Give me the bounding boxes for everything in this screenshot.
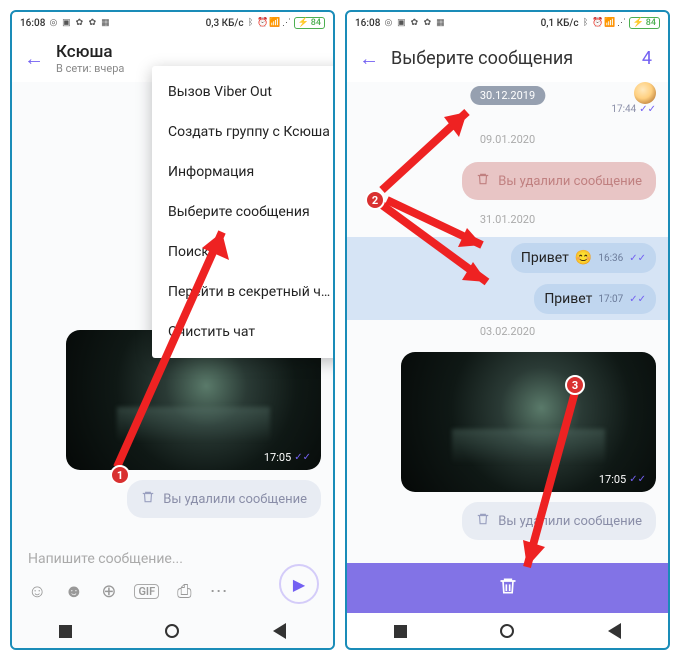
read-ticks-icon: ✓✓ [629,253,646,264]
deleted-message: Вы удалили сообщение [462,502,656,540]
deleted-text: Вы удалили сообщение [498,514,642,529]
badge-1: 1 [110,465,130,485]
emoji-icon[interactable]: ☻ [64,581,83,602]
signal-icon: 📶 [605,18,615,28]
signal-icon: 📶 [270,18,280,28]
menu-clear-chat[interactable]: Очистить чат [152,312,335,352]
battery-indicator: ⚡84 [294,17,325,29]
message-text: Привет [544,291,592,307]
android-navbar [12,614,333,648]
nav-home-icon[interactable] [500,624,514,638]
menu-select-messages[interactable]: Выберите сообщения [152,192,335,232]
camera-plus-icon[interactable]: ⊕ [101,581,116,602]
avatar-icon [634,82,656,104]
message-input[interactable]: Напишите сообщение... [24,543,321,575]
battery-indicator: ⚡84 [629,17,660,29]
alarm-icon: ⏰ [593,18,603,28]
menu-search[interactable]: Поиск [152,232,335,272]
message-text: Привет [521,250,569,266]
phone-left: 16:08 ◎ ▣ ✿ ✿ ▦ 0,3 КБ/с ᛒ ⏰ 📶 ⋰ ⚡84 ← К… [10,10,335,650]
android-navbar [347,614,668,648]
camera-icon: ▦ [100,18,110,28]
selection-title: Выберите сообщения [391,48,630,69]
back-arrow-icon[interactable]: ← [359,46,379,71]
trash-icon [476,512,490,530]
read-ticks-icon: ✓✓ [629,294,646,305]
smile-emoji-icon: 😊 [575,250,592,266]
gif-icon[interactable]: GIF [134,584,159,599]
instagram-icon: ▣ [61,18,71,28]
bluetooth-icon: ᛒ [581,18,591,28]
status-bar: 16:08 ◎ ▣ ✿ ✿ ▦ 0,1 КБ/с ᛒ ⏰ 📶 ⋰ ⚡84 [347,12,668,34]
nav-back-icon[interactable] [273,623,286,639]
deleted-text: Вы удалили сообщение [498,174,642,189]
delete-bar[interactable] [347,563,668,613]
chat-name[interactable]: Ксюша [56,42,321,62]
message-time: 17:07 [598,294,623,305]
message-row-selected[interactable]: Привет 😊 16:36 ✓✓ [347,237,668,279]
date-label: 31.01.2020 [470,210,545,229]
camera-icon: ▦ [435,18,445,28]
date-label: 09.01.2020 [470,130,545,149]
menu-create-group[interactable]: Создать группу с Ксюша [152,112,335,152]
trash-icon [498,576,518,600]
trash-icon [141,490,155,508]
gear-icon: ✿ [409,18,419,28]
image-time: 17:05✓✓ [264,451,311,464]
sticker-icon[interactable]: ☺ [28,581,46,602]
date-chip: 30.12.2019 [470,86,545,105]
shop-icon[interactable]: ⎙ [177,581,191,602]
nav-recents-icon[interactable] [59,625,72,638]
selection-header: ← Выберите сообщения 4 [347,34,668,82]
wifi-icon: ⋰ [282,18,292,28]
menu-viber-out[interactable]: Вызов Viber Out [152,72,335,112]
status-bar: 16:08 ◎ ▣ ✿ ✿ ▦ 0,3 КБ/с ᛒ ⏰ 📶 ⋰ ⚡84 [12,12,333,34]
instagram-icon: ▣ [396,18,406,28]
status-time: 16:08 [355,18,380,29]
data-rate: 0,1 КБ/с [541,18,579,29]
trash-icon [476,172,490,190]
chat-body: 30.12.2019 17:44✓✓ 09.01.2020 Вы удалили… [347,82,668,593]
nav-recents-icon[interactable] [394,625,407,638]
deleted-text: Вы удалили сообщение [163,492,307,507]
dropdown-menu: Вызов Viber Out Создать группу с Ксюша И… [152,66,335,358]
date-label: 03.02.2020 [470,322,545,341]
menu-info[interactable]: Информация [152,152,335,192]
image-time: 17:05✓✓ [599,473,646,486]
sync-icon: ◎ [383,18,393,28]
composer: Напишите сообщение... ☺ ☻ ⊕ GIF ⎙ ⋯ ▶ [12,543,333,608]
sync-icon: ◎ [48,18,58,28]
send-button[interactable]: ▶ [279,564,319,604]
status-time: 16:08 [20,18,45,29]
image-message[interactable]: 17:05✓✓ [401,352,656,492]
gear-icon-2: ✿ [87,18,97,28]
badge-3: 3 [565,375,585,395]
back-arrow-icon[interactable]: ← [24,46,44,71]
gear-icon-2: ✿ [422,18,432,28]
more-icon[interactable]: ⋯ [210,581,228,602]
nav-home-icon[interactable] [165,624,179,638]
nav-back-icon[interactable] [608,623,621,639]
message-time: 16:36 [598,253,623,264]
gear-icon: ✿ [74,18,84,28]
data-rate: 0,3 КБ/с [206,18,244,29]
prev-msg-time: 17:44✓✓ [611,104,656,115]
menu-secret-chat[interactable]: Перейти в секретный чат [152,272,335,312]
selection-count: 4 [642,48,652,69]
wifi-icon: ⋰ [617,18,627,28]
deleted-message: Вы удалили сообщение [127,480,321,518]
phone-right: 16:08 ◎ ▣ ✿ ✿ ▦ 0,1 КБ/с ᛒ ⏰ 📶 ⋰ ⚡84 ← В… [345,10,670,650]
deleted-message-selected[interactable]: Вы удалили сообщение [462,162,656,200]
badge-2: 2 [365,190,385,210]
alarm-icon: ⏰ [258,18,268,28]
message-row-selected[interactable]: Привет 17:07 ✓✓ [347,278,668,320]
bluetooth-icon: ᛒ [246,18,256,28]
